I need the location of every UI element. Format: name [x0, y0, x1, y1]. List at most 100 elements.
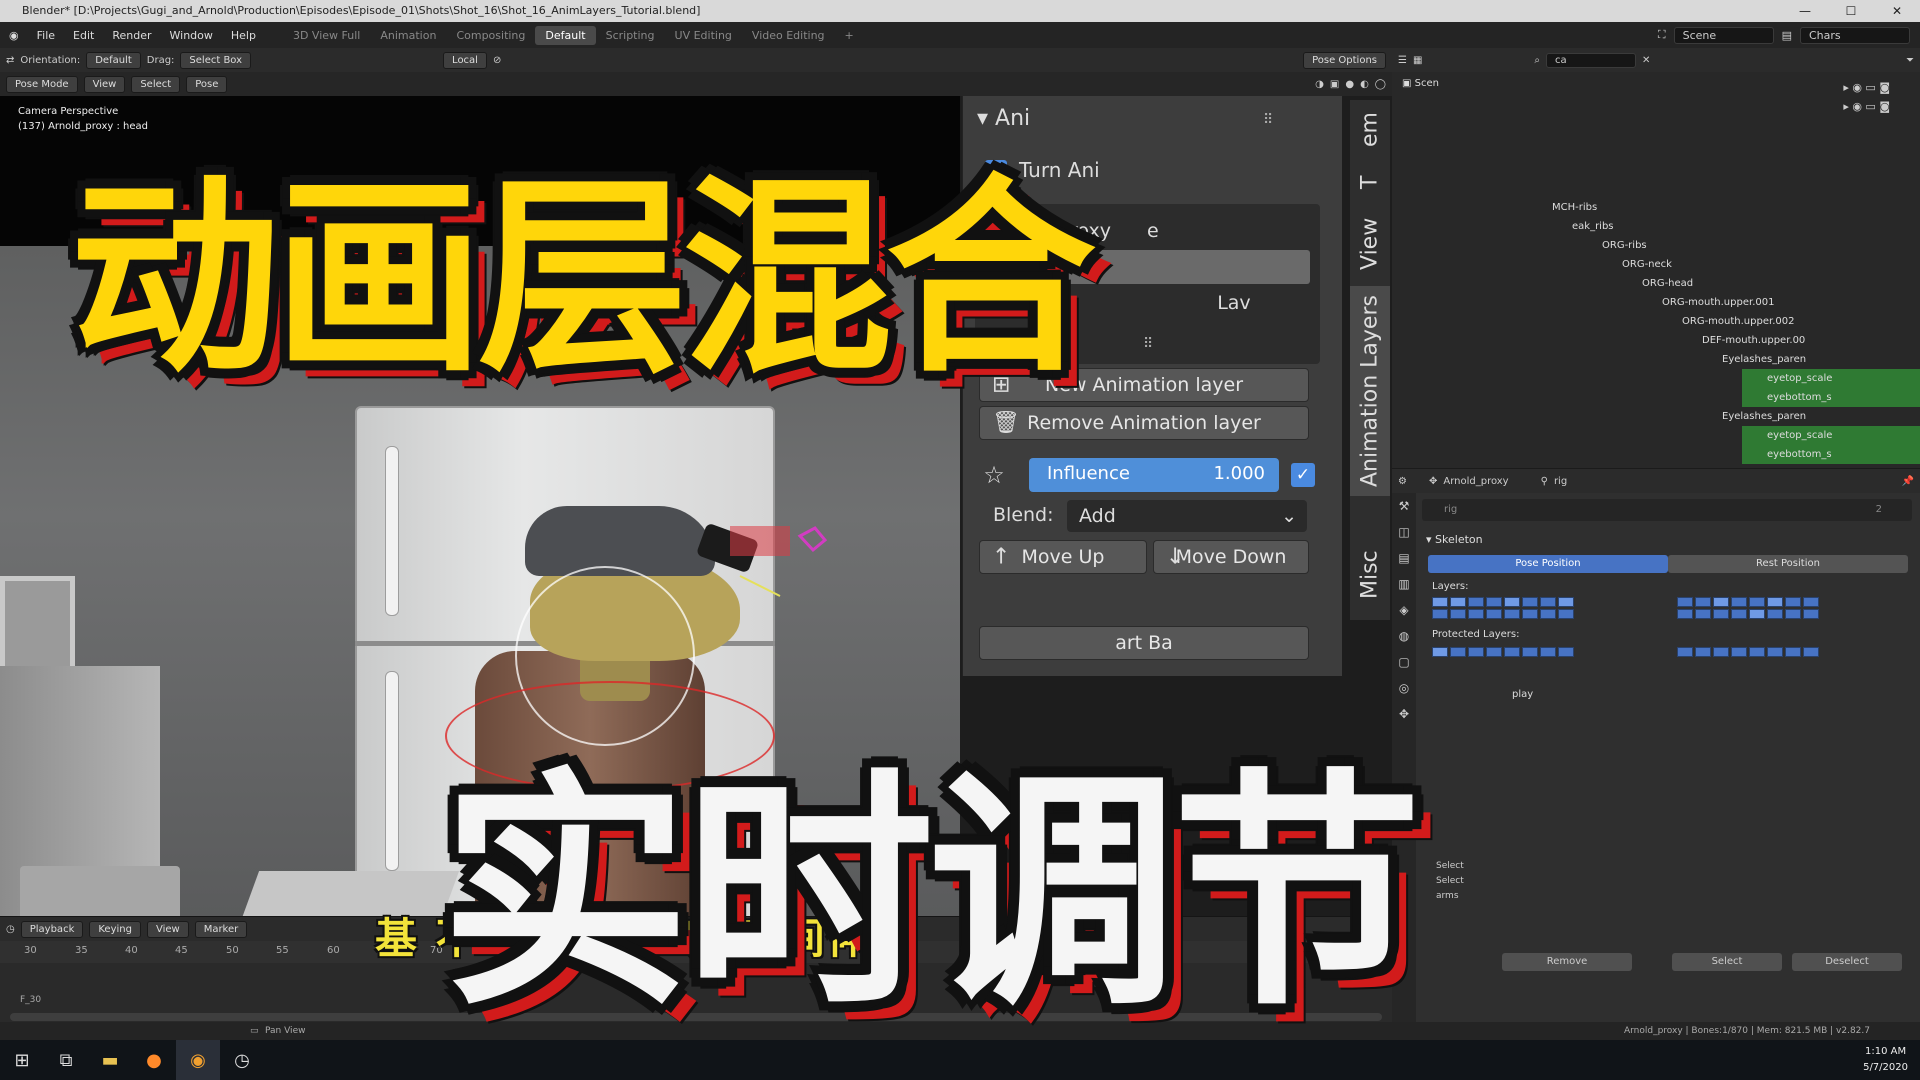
firefox-icon[interactable]: ●: [132, 1040, 176, 1080]
display-mode-icon[interactable]: ▦: [1413, 55, 1422, 66]
maximize-button[interactable]: ☐: [1828, 0, 1874, 22]
output-tab-icon[interactable]: ▤: [1392, 545, 1416, 571]
bone-layer-grid[interactable]: [1677, 609, 1819, 619]
tab-default[interactable]: Default: [535, 25, 596, 45]
task-view-icon[interactable]: ⧉: [44, 1040, 88, 1080]
outliner-row-selected[interactable]: eyebottom_s: [1742, 445, 1920, 464]
outliner-scene-row[interactable]: ▣ Scen: [1402, 78, 1439, 89]
xray-icon[interactable]: ▣: [1330, 79, 1339, 90]
tab-3d-view-full[interactable]: 3D View Full: [283, 26, 370, 45]
outliner-row[interactable]: DEF-mouth.upper.00: [1702, 331, 1805, 350]
system-clock[interactable]: 1:10 AM 5/7/2020: [1863, 1044, 1908, 1076]
shading-rendered-icon[interactable]: ◯: [1375, 79, 1386, 90]
influence-slider[interactable]: Influence 1.000: [1029, 458, 1279, 492]
pose-options-dropdown[interactable]: Pose Options: [1303, 51, 1386, 69]
tab-animation-layers[interactable]: Animation Layers: [1350, 286, 1390, 496]
minimize-button[interactable]: —: [1782, 0, 1828, 22]
smart-bake-button[interactable]: art Ba: [979, 626, 1309, 660]
bone-layer-grid[interactable]: [1677, 597, 1819, 607]
outliner-row[interactable]: ORG-mouth.upper.002: [1682, 312, 1794, 331]
bone-group-row[interactable]: Select: [1436, 874, 1464, 889]
outliner-search-input[interactable]: ca: [1546, 52, 1637, 68]
close-button[interactable]: ✕: [1874, 0, 1920, 22]
character-hat[interactable]: [525, 506, 715, 576]
scene-tab-icon[interactable]: ◈: [1392, 597, 1416, 623]
outliner-row[interactable]: MCH-ribs: [1552, 198, 1597, 217]
blender-taskbar-icon[interactable]: ◉: [176, 1040, 220, 1080]
editor-type-icon[interactable]: ☰: [1398, 55, 1407, 66]
shading-material-icon[interactable]: ◐: [1360, 79, 1369, 90]
overlay-icon[interactable]: ◑: [1315, 79, 1324, 90]
bone-layer-grid[interactable]: [1432, 597, 1574, 607]
protected-layer-grid[interactable]: [1432, 647, 1574, 657]
menu-select[interactable]: Select: [131, 75, 181, 93]
tab-view[interactable]: View: [1350, 204, 1390, 284]
filter-icon[interactable]: ⏷: [1906, 55, 1914, 66]
world-tab-icon[interactable]: ◍: [1392, 623, 1416, 649]
tab-video-editing[interactable]: Video Editing: [742, 26, 835, 45]
tab-misc[interactable]: Misc: [1350, 540, 1390, 610]
snap-icon[interactable]: ⊘: [493, 55, 501, 66]
bone-layer-grid[interactable]: [1432, 609, 1574, 619]
transform-icon[interactable]: ⇄: [6, 55, 14, 66]
drag-handle-icon[interactable]: ⠿: [1263, 112, 1273, 128]
view-layer-field[interactable]: Chars: [1800, 26, 1910, 44]
bone-groups-list[interactable]: Select Select arms: [1436, 859, 1464, 904]
tab-animation[interactable]: Animation: [370, 26, 446, 45]
star-icon[interactable]: ☆: [979, 460, 1009, 490]
shading-solid-icon[interactable]: ●: [1345, 79, 1354, 90]
tab-scripting[interactable]: Scripting: [596, 26, 665, 45]
add-workspace-button[interactable]: +: [835, 26, 864, 45]
skeleton-panel-header[interactable]: ▾ Skeleton: [1426, 533, 1483, 546]
move-up-button[interactable]: ↑ Move Up: [979, 540, 1147, 574]
menu-keying[interactable]: Keying: [89, 920, 141, 938]
scene-field[interactable]: Scene: [1673, 26, 1774, 44]
armature-data-field[interactable]: rig 2: [1422, 499, 1912, 521]
menu-view[interactable]: View: [146, 920, 189, 938]
blend-dropdown[interactable]: Add ⌄: [1067, 500, 1307, 532]
menu-pose[interactable]: Pose: [186, 75, 228, 93]
outliner-row[interactable]: ORG-neck: [1622, 255, 1672, 274]
deselect-button[interactable]: Deselect: [1792, 953, 1902, 971]
outliner-row[interactable]: ORG-head: [1642, 274, 1693, 293]
view-layer-tab-icon[interactable]: ▥: [1392, 571, 1416, 597]
visibility-toggle-row[interactable]: ▸ ◉ ▭ ◙: [1843, 78, 1890, 97]
blender-logo-icon[interactable]: ◉: [0, 29, 28, 42]
tab-uv-editing[interactable]: UV Editing: [665, 26, 742, 45]
outliner-row-selected[interactable]: eyebottom_s: [1742, 388, 1920, 407]
outliner-row-selected[interactable]: eyetop_scale: [1742, 369, 1920, 388]
tab-tool[interactable]: T: [1350, 162, 1390, 202]
menu-file[interactable]: File: [28, 29, 64, 42]
pose-position-button[interactable]: Pose Position: [1428, 555, 1668, 573]
tab-item[interactable]: em: [1350, 100, 1390, 160]
remove-button[interactable]: Remove: [1502, 953, 1632, 971]
menu-render[interactable]: Render: [103, 29, 160, 42]
object-tab-icon[interactable]: ▢: [1392, 649, 1416, 675]
menu-view[interactable]: View: [83, 75, 126, 93]
influence-checkbox[interactable]: ✓: [1291, 463, 1315, 487]
clock-app-icon[interactable]: ◷: [220, 1040, 264, 1080]
pivot-dropdown[interactable]: Local: [443, 51, 487, 69]
select-button[interactable]: Select: [1672, 953, 1782, 971]
pin-icon[interactable]: 📌: [1902, 476, 1914, 487]
clear-search-icon[interactable]: ✕: [1642, 55, 1650, 66]
outliner-row[interactable]: Eyelashes_paren: [1722, 350, 1806, 369]
drag-dropdown[interactable]: Select Box: [180, 51, 252, 69]
visibility-toggle-row[interactable]: ▸ ◉ ▭ ◙: [1843, 97, 1890, 116]
timeline-editor-icon[interactable]: ◷: [6, 924, 15, 935]
bone-group-row[interactable]: Select: [1436, 859, 1464, 874]
properties-editor-icon[interactable]: ⚙: [1398, 476, 1407, 487]
protected-layer-grid[interactable]: [1677, 647, 1819, 657]
rig-control-shape[interactable]: [730, 526, 790, 556]
outliner-row[interactable]: Eyelashes_paren: [1722, 407, 1806, 426]
tab-compositing[interactable]: Compositing: [446, 26, 535, 45]
menu-edit[interactable]: Edit: [64, 29, 103, 42]
menu-playback[interactable]: Playback: [20, 920, 84, 938]
render-tab-icon[interactable]: ◫: [1392, 519, 1416, 545]
list-resize-handle-icon[interactable]: ⠿: [1143, 336, 1153, 352]
outliner-row[interactable]: ORG-ribs: [1602, 236, 1647, 255]
move-down-button[interactable]: ↓ Move Down: [1153, 540, 1309, 574]
windows-start-icon[interactable]: ⊞: [0, 1040, 44, 1080]
outliner-row[interactable]: ORG-mouth.upper.001: [1662, 293, 1774, 312]
menu-help[interactable]: Help: [222, 29, 265, 42]
